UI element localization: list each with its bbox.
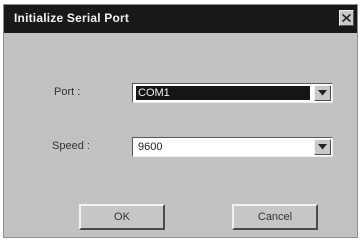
dialog-title: Initialize Serial Port bbox=[14, 11, 130, 25]
port-label: Port : bbox=[54, 86, 81, 98]
port-selected-value: COM1 bbox=[136, 86, 310, 100]
speed-dropdown-button[interactable] bbox=[314, 139, 331, 155]
close-icon bbox=[342, 14, 351, 22]
port-select[interactable]: COM1 bbox=[132, 83, 333, 103]
chevron-down-icon bbox=[318, 144, 327, 150]
cancel-button[interactable]: Cancel bbox=[232, 204, 318, 230]
serial-port-dialog: Initialize Serial Port Port : COM1 Speed… bbox=[3, 4, 358, 238]
speed-label: Speed : bbox=[52, 140, 90, 152]
speed-selected-value: 9600 bbox=[138, 141, 163, 153]
close-button[interactable] bbox=[339, 10, 354, 26]
title-bar[interactable]: Initialize Serial Port bbox=[4, 5, 357, 33]
speed-select[interactable]: 9600 bbox=[132, 137, 333, 157]
ok-button[interactable]: OK bbox=[79, 204, 165, 230]
chevron-down-icon bbox=[318, 90, 327, 96]
port-dropdown-button[interactable] bbox=[314, 85, 331, 101]
